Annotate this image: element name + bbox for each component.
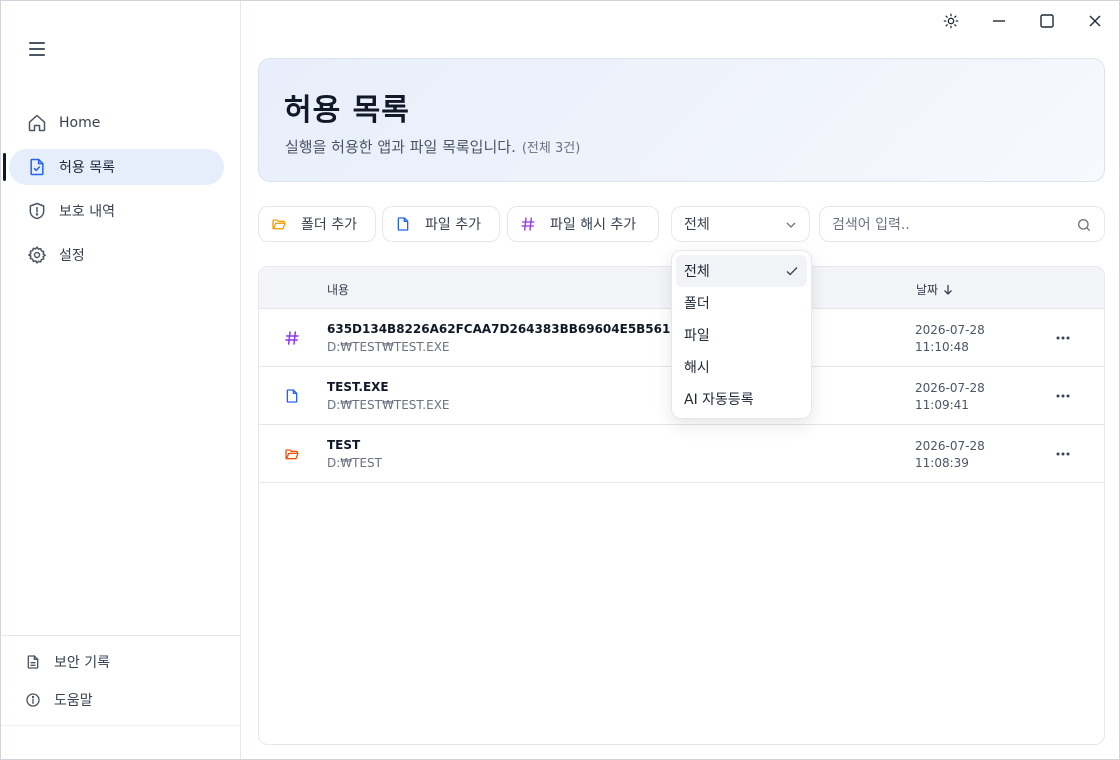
filter-option-file[interactable]: 파일	[676, 319, 807, 351]
minimize-button[interactable]	[975, 1, 1023, 41]
sidebar-item-label: 설정	[59, 248, 85, 264]
page-title: 허용 목록	[284, 93, 410, 128]
minimize-icon	[993, 20, 1005, 22]
entry-name: 635D134B8226A62FCAA7D264383BB69604E5B561…	[327, 322, 677, 336]
entry-path: D:₩TEST₩TEST.EXE	[327, 340, 450, 354]
more-horizontal-icon	[1056, 336, 1070, 340]
close-icon	[1089, 15, 1101, 27]
document-icon	[25, 654, 41, 670]
filter-option-label: 폴더	[684, 296, 710, 312]
sidebar-item-label: 허용 목록	[59, 160, 115, 176]
add-hash-button[interactable]: 파일 해시 추가	[507, 206, 659, 242]
type-filter-dropdown: 전체 폴더 파일 해시 AI 자동등록	[671, 250, 812, 419]
entry-name: TEST	[327, 438, 361, 452]
column-header-date-label: 날짜	[916, 283, 939, 297]
chevron-down-icon	[786, 222, 796, 228]
entry-date-time: 11:09:41	[915, 398, 969, 412]
sidebar-item-home[interactable]: Home	[9, 105, 224, 141]
app-window: Home 허용 목록 보호 내역 설정 보안 기록 도움말 허용 목록 실행을 …	[0, 0, 1120, 760]
folder-open-icon	[283, 445, 301, 463]
page-header: 허용 목록 실행을 허용한 앱과 파일 목록입니다. (전체 3건)	[258, 58, 1105, 182]
sidebar-footer	[1, 725, 240, 759]
sidebar-item-label: 보안 기록	[54, 655, 110, 671]
sort-descending-icon	[944, 284, 953, 295]
entry-name: TEST.EXE	[327, 380, 389, 394]
home-icon	[27, 113, 47, 133]
filter-option-hash[interactable]: 해시	[676, 351, 807, 383]
add-file-label: 파일 추가	[425, 217, 481, 233]
more-options-button[interactable]	[1051, 442, 1075, 466]
gear-icon	[27, 245, 47, 265]
more-options-button[interactable]	[1051, 326, 1075, 350]
sidebar-nav: Home 허용 목록 보호 내역 설정	[1, 105, 241, 281]
maximize-button[interactable]	[1023, 1, 1071, 41]
filter-option-folder[interactable]: 폴더	[676, 287, 807, 319]
add-folder-button[interactable]: 폴더 추가	[258, 206, 376, 242]
add-file-button[interactable]: 파일 추가	[382, 206, 500, 242]
entry-date: 2026-07-28 11:10:48	[915, 322, 985, 356]
more-options-button[interactable]	[1051, 384, 1075, 408]
filter-option-ai-auto[interactable]: AI 자동등록	[676, 383, 807, 415]
entry-date-day: 2026-07-28	[915, 323, 985, 337]
sidebar-item-security-log[interactable]: 보안 기록	[1, 644, 240, 680]
sidebar-item-label: 도움말	[54, 693, 93, 709]
table-row[interactable]: TEST D:₩TEST 2026-07-28 11:08:39	[259, 425, 1104, 483]
sidebar: Home 허용 목록 보호 내역 설정 보안 기록 도움말	[1, 1, 241, 759]
page-subtitle-text: 실행을 허용한 앱과 파일 목록입니다.	[285, 138, 516, 156]
filter-option-label: AI 자동등록	[684, 392, 754, 408]
search-icon[interactable]	[1076, 217, 1092, 233]
maximize-icon	[1040, 14, 1054, 28]
entry-date: 2026-07-28 11:09:41	[915, 380, 985, 414]
menu-toggle-icon[interactable]	[27, 39, 47, 59]
file-icon	[395, 216, 411, 232]
page-subtitle: 실행을 허용한 앱과 파일 목록입니다. (전체 3건)	[285, 136, 580, 157]
hash-icon	[283, 329, 301, 347]
entry-path: D:₩TEST₩TEST.EXE	[327, 398, 450, 412]
sidebar-item-protection-history[interactable]: 보호 내역	[9, 193, 224, 229]
more-horizontal-icon	[1056, 394, 1070, 398]
sidebar-item-help[interactable]: 도움말	[1, 682, 240, 718]
entry-date-day: 2026-07-28	[915, 439, 985, 453]
title-bar-controls	[927, 1, 1119, 41]
entry-path: D:₩TEST	[327, 456, 383, 470]
hash-icon	[520, 216, 536, 232]
add-hash-label: 파일 해시 추가	[550, 217, 637, 233]
type-filter-select[interactable]: 전체	[671, 206, 810, 242]
entry-date-day: 2026-07-28	[915, 381, 985, 395]
folder-open-icon	[271, 216, 287, 232]
type-filter-value: 전체	[684, 217, 710, 233]
column-header-content[interactable]: 내용	[327, 281, 349, 298]
entry-date-time: 11:08:39	[915, 456, 969, 470]
add-folder-label: 폴더 추가	[301, 217, 357, 233]
sidebar-item-label: 보호 내역	[59, 204, 115, 220]
entry-date: 2026-07-28 11:08:39	[915, 438, 985, 472]
toolbar: 폴더 추가 파일 추가 파일 해시 추가 전체	[258, 206, 1105, 242]
filter-option-label: 해시	[684, 360, 710, 376]
shield-alert-icon	[27, 201, 47, 221]
filter-option-all[interactable]: 전체	[676, 255, 807, 287]
sidebar-item-settings[interactable]: 설정	[9, 237, 224, 273]
search-input[interactable]	[832, 215, 1062, 235]
theme-toggle-button[interactable]	[927, 1, 975, 41]
column-header-date[interactable]: 날짜	[916, 281, 953, 298]
entry-date-time: 11:10:48	[915, 340, 969, 354]
info-icon	[25, 692, 41, 708]
filter-option-label: 파일	[684, 328, 710, 344]
file-icon	[283, 387, 301, 405]
sidebar-item-label: Home	[59, 115, 101, 131]
sidebar-bottom: 보안 기록 도움말	[1, 635, 240, 720]
file-check-icon	[27, 157, 47, 177]
search-box	[819, 206, 1105, 242]
more-horizontal-icon	[1056, 452, 1070, 456]
checkmark-icon	[786, 267, 798, 276]
filter-option-label: 전체	[684, 264, 710, 280]
item-count: (전체 3건)	[521, 141, 581, 156]
sun-icon	[943, 13, 959, 29]
close-button[interactable]	[1071, 1, 1119, 41]
sidebar-item-allowlist[interactable]: 허용 목록	[3, 149, 224, 185]
